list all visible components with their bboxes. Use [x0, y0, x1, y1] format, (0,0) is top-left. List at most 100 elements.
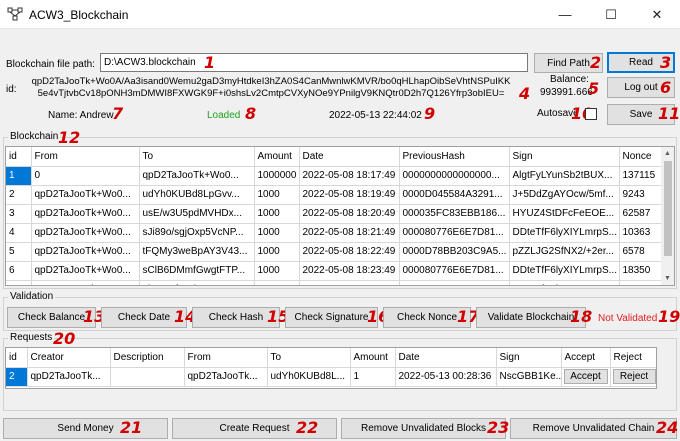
- request-header-accept[interactable]: Accept: [561, 348, 611, 368]
- blockchain-row[interactable]: 5 qpD2TaJooTk+Wo0... tFQMy3weBpAY3V43... 10…: [6, 242, 662, 262]
- blockchain-header-date[interactable]: Date: [299, 147, 400, 167]
- blockchain-cell-date[interactable]: 2022-05-08 18:23:49: [299, 261, 400, 281]
- blockchain-cell-date[interactable]: 2022-05-08 18:22:49: [299, 242, 400, 262]
- close-button[interactable]: ✕: [634, 0, 680, 29]
- blockchain-cell-from[interactable]: qpD2TaJooTk+Wo0...: [31, 185, 140, 205]
- blockchain-cell-previoushash[interactable]: 0000D045584A3291...: [399, 185, 510, 205]
- blockchain-cell-nonce[interactable]: 9243: [619, 185, 662, 205]
- blockchain-cell-date[interactable]: 2022-05-08 18:21:49: [299, 223, 400, 243]
- blockchain-cell-from[interactable]: qpD2TaJooTk+Wo0...: [31, 261, 140, 281]
- blockchain-cell-sign[interactable]: HYUZ4StDFcFeEOE...: [509, 204, 620, 224]
- blockchain-cell-previoushash[interactable]: 000080776E6E7D81...: [399, 261, 510, 281]
- blockchain-header-amount[interactable]: Amount: [254, 147, 300, 167]
- blockchain-cell-from[interactable]: qpD2TaJooTk+Wo0...: [31, 280, 140, 285]
- blockchain-cell-id[interactable]: 2: [6, 185, 32, 205]
- blockchain-cell-from[interactable]: qpD2TaJooTk+Wo0...: [31, 223, 140, 243]
- request-cell-description[interactable]: [110, 367, 185, 387]
- remove-unvalidated-chain-button[interactable]: Remove Unvalidated Chain: [510, 418, 677, 439]
- blockchain-cell-date[interactable]: 2022-05-08 18:24:49: [299, 280, 400, 285]
- blockchain-cell-date[interactable]: 2022-05-08 18:20:49: [299, 204, 400, 224]
- maximize-button[interactable]: ☐: [588, 0, 634, 29]
- blockchain-table[interactable]: id From To Amount Date PreviousHash Sign Nonce …: [5, 146, 675, 286]
- blockchain-cell-amount[interactable]: 1000: [254, 223, 300, 243]
- blockchain-cell-id[interactable]: 5: [6, 242, 32, 262]
- request-cell-to[interactable]: udYh0KUBd8L...: [267, 367, 351, 387]
- minimize-button[interactable]: —: [542, 0, 588, 29]
- blockchain-cell-id[interactable]: 4: [6, 223, 32, 243]
- blockchain-cell-from[interactable]: qpD2TaJooTk+Wo0...: [31, 204, 140, 224]
- blockchain-row[interactable]: 1 0 qpD2TaJooTk+Wo0... 1000000 2022-05-08 18…: [6, 166, 662, 186]
- blockchain-cell-id[interactable]: 7: [6, 280, 32, 285]
- scroll-up-icon[interactable]: ▲: [664, 150, 671, 157]
- request-header-sign[interactable]: Sign: [496, 348, 562, 368]
- request-header-creator[interactable]: Creator: [27, 348, 111, 368]
- requests-table[interactable]: id Creator Description From To Amount Date Sign…: [5, 347, 657, 389]
- blockchain-cell-nonce[interactable]: 18350: [619, 261, 662, 281]
- request-header-amount[interactable]: Amount: [350, 348, 396, 368]
- blockchain-row[interactable]: 6 qpD2TaJooTk+Wo0... sClB6DMmfGwgtFTP... 10…: [6, 261, 662, 281]
- blockchain-cell-previoushash[interactable]: 000080776E6E7D81...: [399, 223, 510, 243]
- check-signature-button[interactable]: Check Signature: [285, 307, 378, 328]
- request-row[interactable]: 2 qpD2TaJooTk... qpD2TaJooTk... udYh0KUBd8L…: [6, 367, 656, 387]
- blockchain-cell-previoushash[interactable]: 0000D78BB203C9A5...: [399, 242, 510, 262]
- blockchain-cell-to[interactable]: sClB6DMmfGwgtFTP...: [139, 261, 255, 281]
- request-header-date[interactable]: Date: [395, 348, 497, 368]
- blockchain-cell-date[interactable]: 2022-05-08 18:17:49: [299, 166, 400, 186]
- scroll-thumb[interactable]: [664, 161, 672, 256]
- blockchain-cell-amount[interactable]: 1000000: [254, 166, 300, 186]
- blockchain-header-nonce[interactable]: Nonce: [619, 147, 662, 167]
- scroll-down-icon[interactable]: ▼: [664, 275, 671, 282]
- blockchain-header-from[interactable]: From: [31, 147, 140, 167]
- blockchain-row[interactable]: 2 qpD2TaJooTk+Wo0... udYh0KUBd8LpGvv... 100…: [6, 185, 662, 205]
- blockchain-row[interactable]: 4 qpD2TaJooTk+Wo0... sJi89o/sgjOxp5VcNP...…: [6, 223, 662, 243]
- blockchain-row[interactable]: 3 qpD2TaJooTk+Wo0... usE/w3U5pdMVHDx... 100…: [6, 204, 662, 224]
- reject-request-button[interactable]: Reject: [612, 369, 656, 384]
- blockchain-cell-amount[interactable]: 1000: [254, 185, 300, 205]
- request-cell-from[interactable]: qpD2TaJooTk...: [184, 367, 268, 387]
- blockchain-cell-previoushash[interactable]: 0000000000000000...: [399, 166, 510, 186]
- request-header-from[interactable]: From: [184, 348, 268, 368]
- blockchain-header-id[interactable]: id: [6, 147, 32, 167]
- blockchain-cell-nonce[interactable]: 10363: [619, 223, 662, 243]
- send-money-button[interactable]: Send Money: [3, 418, 168, 439]
- blockchain-cell-sign[interactable]: DDteTfF6lyXIYLmrpS...: [509, 223, 620, 243]
- blockchain-cell-from[interactable]: 0: [31, 166, 140, 186]
- blockchain-cell-sign[interactable]: J+5DdZgAYOcw/5mf...: [509, 185, 620, 205]
- blockchain-cell-id[interactable]: 6: [6, 261, 32, 281]
- blockchain-cell-id[interactable]: 3: [6, 204, 32, 224]
- blockchain-row[interactable]: 7qpD2TaJooTk+Wo0...gh7Qt6fQS/cozS7Qv... 1…: [6, 280, 662, 285]
- blockchain-cell-amount[interactable]: 1000: [254, 261, 300, 281]
- blockchain-cell-to[interactable]: qpD2TaJooTk+Wo0...: [139, 166, 255, 186]
- request-header-reject[interactable]: Reject: [610, 348, 656, 368]
- blockchain-cell-amount[interactable]: 1000: [254, 242, 300, 262]
- request-cell-sign[interactable]: NscGBB1Ke...: [496, 367, 562, 387]
- autosave-checkbox[interactable]: [585, 108, 597, 120]
- blockchain-cell-to[interactable]: udYh0KUBd8LpGvv...: [139, 185, 255, 205]
- blockchain-header-to[interactable]: To: [139, 147, 255, 167]
- blockchain-cell-previoushash[interactable]: 000035FC83EBB186...: [399, 204, 510, 224]
- blockchain-cell-id[interactable]: 1: [6, 166, 32, 186]
- blockchain-header-previoushash[interactable]: PreviousHash: [399, 147, 510, 167]
- request-cell-id[interactable]: 2: [6, 367, 28, 387]
- blockchain-cell-from[interactable]: qpD2TaJooTk+Wo0...: [31, 242, 140, 262]
- blockchain-cell-nonce[interactable]: 62587: [619, 204, 662, 224]
- blockchain-cell-sign[interactable]: AlgtFyLYunSb2tBUX...: [509, 166, 620, 186]
- request-header-id[interactable]: id: [6, 348, 28, 368]
- request-cell-creator[interactable]: qpD2TaJooTk...: [27, 367, 111, 387]
- request-cell-accept[interactable]: Accept: [561, 367, 611, 387]
- blockchain-cell-nonce[interactable]: 6578: [619, 242, 662, 262]
- request-header-to[interactable]: To: [267, 348, 351, 368]
- blockchain-cell-sign[interactable]: pZZLJG2SfNX2/+2er...: [509, 242, 620, 262]
- accept-request-button[interactable]: Accept: [563, 369, 608, 384]
- request-cell-reject[interactable]: Reject: [610, 367, 656, 387]
- blockchain-cell-nonce[interactable]: 18350: [619, 280, 662, 285]
- blockchain-cell-to[interactable]: gh7Qt6fQS/cozS7Qv...: [139, 280, 255, 285]
- blockchain-scrollbar[interactable]: ▲ ▼: [661, 147, 674, 285]
- request-cell-amount[interactable]: 1: [350, 367, 396, 387]
- blockchain-header-sign[interactable]: Sign: [509, 147, 620, 167]
- blockchain-cell-nonce[interactable]: 137115: [619, 166, 662, 186]
- file-path-input[interactable]: [100, 53, 528, 72]
- blockchain-cell-to[interactable]: sJi89o/sgjOxp5VcNP...: [139, 223, 255, 243]
- blockchain-cell-date[interactable]: 2022-05-08 18:19:49: [299, 185, 400, 205]
- remove-unvalidated-blocks-button[interactable]: Remove Unvalidated Blocks: [341, 418, 506, 439]
